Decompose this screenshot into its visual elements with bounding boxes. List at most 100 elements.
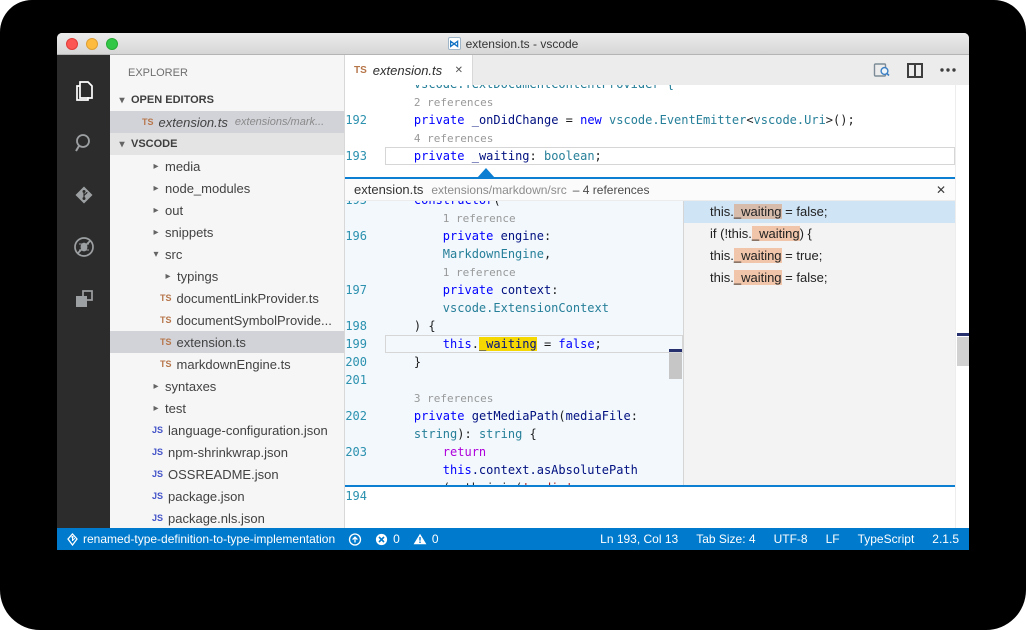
line-number [345, 425, 385, 443]
tree-item-test[interactable]: ▸test [110, 397, 344, 419]
peek-editor[interactable]: 195 constructor( 1 reference196 private … [345, 201, 683, 485]
code-line[interactable]: 2 references [345, 93, 955, 111]
code-line-197[interactable]: 197 private context: [345, 281, 683, 299]
tree-item-syntaxes[interactable]: ▸syntaxes [110, 375, 344, 397]
encoding[interactable]: UTF-8 [774, 532, 808, 546]
tree-item-label: markdownEngine.ts [177, 357, 291, 372]
editor-scrollbar-handle[interactable] [957, 337, 969, 366]
reference-item[interactable]: this._waiting = false; [684, 201, 955, 223]
source-control-icon [71, 182, 97, 213]
peek-scrollbar-handle[interactable] [669, 353, 682, 379]
tab-close-icon[interactable]: ✕ [455, 65, 463, 76]
language-mode[interactable]: TypeScript [858, 532, 915, 546]
split-editor-icon[interactable] [907, 63, 923, 78]
code-text: (path.join('media' [385, 479, 683, 485]
code-line-203[interactable]: 203 return [345, 443, 683, 461]
activity-item-explorer[interactable] [57, 67, 110, 119]
tree-item-npm-shrinkwrap-json[interactable]: JSnpm-shrinkwrap.json [110, 441, 344, 463]
code-text: 4 references [385, 129, 955, 147]
tree-item-snippets[interactable]: ▸snippets [110, 221, 344, 243]
code-line[interactable]: 3 references [345, 389, 683, 407]
line-number: 201 [345, 371, 385, 389]
peek-close-icon[interactable]: ✕ [936, 183, 946, 197]
editor[interactable]: vscode.TextDocumentContentProvider { 2 r… [345, 85, 969, 528]
tree-item-extension-ts[interactable]: TSextension.tsextensions/mark... [110, 111, 344, 133]
errors-indicator[interactable]: 0 [375, 532, 400, 546]
git-branch-indicator[interactable]: renamed-type-definition-to-type-implemen… [67, 532, 335, 546]
peek-header: extension.ts extensions/markdown/src – 4… [345, 179, 955, 201]
chevron-collapsed-icon: ▸ [150, 205, 162, 216]
code-line[interactable]: vscode.TextDocumentContentProvider { [345, 85, 955, 93]
typescript-version[interactable]: 2.1.5 [932, 532, 959, 546]
activity-item-source-control[interactable] [57, 171, 110, 223]
extensions-icon [71, 286, 97, 317]
code-line-195[interactable]: 195 constructor( [345, 201, 683, 209]
code-line[interactable]: 1 reference [345, 209, 683, 227]
ts-file-icon: TS [354, 65, 367, 76]
code-line-194[interactable]: 194 [345, 487, 955, 505]
close-window-button[interactable] [66, 38, 78, 50]
code-line-198[interactable]: 198 ) { [345, 317, 683, 335]
code-line-193[interactable]: 193 private _waiting: boolean; [345, 147, 955, 165]
section-header-open-editors[interactable]: ▾OPEN EDITORS [110, 89, 344, 111]
tree-item-extension-ts[interactable]: TSextension.ts [110, 331, 344, 353]
tree-item-ossreadme-json[interactable]: JSOSSREADME.json [110, 463, 344, 485]
line-number [345, 263, 385, 281]
more-actions-icon[interactable] [940, 68, 956, 72]
tree-item-label: VSCODE [131, 138, 177, 150]
tree-item-markdownengine-ts[interactable]: TSmarkdownEngine.ts [110, 353, 344, 375]
activity-item-search[interactable] [57, 119, 110, 171]
code-line-202[interactable]: 202 private getMediaPath(mediaFile: [345, 407, 683, 425]
code-line-201[interactable]: 201 [345, 371, 683, 389]
code-line-200[interactable]: 200 } [345, 353, 683, 371]
code-line[interactable]: this.context.asAbsolutePath [345, 461, 683, 479]
reference-item[interactable]: this._waiting = true; [684, 245, 955, 267]
activity-item-debug[interactable] [57, 223, 110, 275]
tree-item-node-modules[interactable]: ▸node_modules [110, 177, 344, 199]
tree-item-label: test [165, 401, 186, 416]
line-number [345, 85, 385, 93]
tree-item-label: OPEN EDITORS [131, 94, 214, 106]
peek-references-widget: extension.ts extensions/markdown/src – 4… [345, 177, 955, 487]
minimize-window-button[interactable] [86, 38, 98, 50]
tree-item-out[interactable]: ▸out [110, 199, 344, 221]
tree-item-package-nls-json[interactable]: JSpackage.nls.json [110, 507, 344, 528]
code-line[interactable]: vscode.ExtensionContext [345, 299, 683, 317]
activity-item-extensions[interactable] [57, 275, 110, 327]
open-preview-icon[interactable] [873, 62, 890, 78]
line-number [345, 209, 385, 227]
eol[interactable]: LF [826, 532, 840, 546]
code-text: 2 references [385, 93, 955, 111]
code-line-192[interactable]: 192 private _onDidChange = new vscode.Ev… [345, 111, 955, 129]
code-text: vscode.TextDocumentContentProvider { [385, 85, 955, 93]
code-line-196[interactable]: 196 private engine: [345, 227, 683, 245]
code-line[interactable]: string): string { [345, 425, 683, 443]
code-line-199[interactable]: 199 this._waiting = false; [345, 335, 683, 353]
code-line[interactable]: 4 references [345, 129, 955, 147]
publish-button[interactable] [348, 533, 362, 546]
tree-item-src[interactable]: ▾src [110, 243, 344, 265]
chevron-expanded-icon: ▾ [116, 139, 128, 150]
line-number [345, 129, 385, 147]
tab-size[interactable]: Tab Size: 4 [696, 532, 755, 546]
tree-item-documentlinkprovider-ts[interactable]: TSdocumentLinkProvider.ts [110, 287, 344, 309]
code-line[interactable]: MarkdownEngine, [345, 245, 683, 263]
line-number: 203 [345, 443, 385, 461]
tree-item-label: extension.ts [177, 335, 246, 350]
code-line[interactable]: 1 reference [345, 263, 683, 281]
tree-item-package-json[interactable]: JSpackage.json [110, 485, 344, 507]
tree-item-language-configuration-json[interactable]: JSlanguage-configuration.json [110, 419, 344, 441]
zoom-window-button[interactable] [106, 38, 118, 50]
reference-item[interactable]: this._waiting = false; [684, 267, 955, 289]
section-header-vscode[interactable]: ▾VSCODE [110, 133, 344, 155]
tree-item-label: typings [177, 269, 218, 284]
tree-item-media[interactable]: ▸media [110, 155, 344, 177]
line-number [345, 93, 385, 111]
warnings-indicator[interactable]: 0 [413, 532, 439, 546]
reference-item[interactable]: if (!this._waiting) { [684, 223, 955, 245]
tree-item-documentsymbolprovide-[interactable]: TSdocumentSymbolProvide... [110, 309, 344, 331]
tree-item-typings[interactable]: ▸typings [110, 265, 344, 287]
cursor-position[interactable]: Ln 193, Col 13 [600, 532, 678, 546]
tab-extension-ts[interactable]: TS extension.ts ✕ [345, 55, 473, 85]
code-line[interactable]: (path.join('media' [345, 479, 683, 485]
